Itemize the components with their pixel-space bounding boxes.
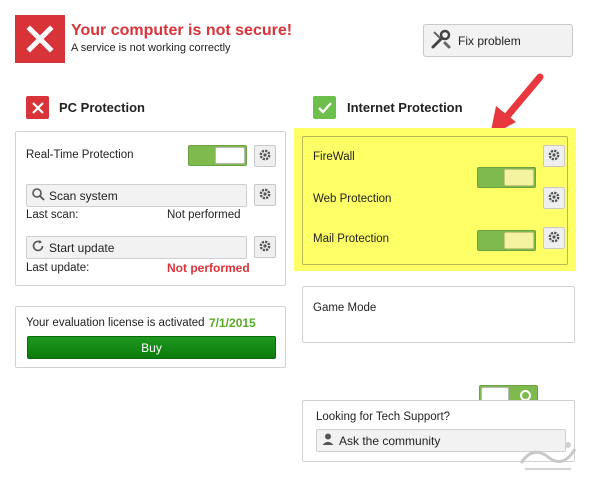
gear-icon <box>258 187 272 204</box>
gear-icon <box>547 190 561 207</box>
wrench-icon <box>430 28 452 53</box>
scan-settings-button[interactable] <box>254 184 276 206</box>
web-protection-label: Web Protection <box>313 193 392 205</box>
last-scan-value: Not performed <box>167 209 241 221</box>
ask-community-label: Ask the community <box>339 433 441 448</box>
last-update-value: Not performed <box>167 261 250 275</box>
internet-protection-title: Internet Protection <box>347 100 463 115</box>
watermark-logo <box>513 435 583 475</box>
refresh-icon <box>31 239 45 256</box>
pc-protection-status-icon <box>26 96 49 119</box>
last-update-label: Last update: <box>26 262 90 274</box>
start-update-label: Start update <box>49 240 115 255</box>
update-settings-button[interactable] <box>254 236 276 258</box>
buy-button[interactable]: Buy <box>27 336 276 359</box>
license-date: 7/1/2015 <box>209 316 256 330</box>
gear-icon <box>258 239 272 256</box>
user-icon <box>321 432 335 449</box>
realtime-protection-toggle[interactable] <box>188 145 247 166</box>
pc-protection-title: PC Protection <box>59 100 145 115</box>
realtime-protection-label: Real-Time Protection <box>26 149 134 161</box>
gear-icon <box>547 230 561 247</box>
gear-icon <box>258 148 272 165</box>
alert-title: Your computer is not secure! <box>71 22 293 39</box>
scan-system-label: Scan system <box>49 188 118 203</box>
gear-icon <box>547 148 561 165</box>
realtime-settings-button[interactable] <box>254 145 276 167</box>
support-label: Looking for Tech Support? <box>316 411 451 423</box>
game-mode-panel <box>302 286 575 343</box>
internet-protection-status-icon <box>313 96 336 119</box>
mail-protection-settings-button[interactable] <box>543 227 565 249</box>
game-mode-label: Game Mode <box>313 302 377 314</box>
mail-protection-label: Mail Protection <box>313 233 390 245</box>
web-protection-toggle[interactable] <box>477 230 536 251</box>
magnifier-icon <box>31 187 45 204</box>
web-protection-settings-button[interactable] <box>543 187 565 209</box>
not-secure-x-icon <box>15 15 65 63</box>
fix-problem-label: Fix problem <box>458 33 521 48</box>
last-scan-label: Last scan: <box>26 209 79 221</box>
fix-problem-button[interactable]: Fix problem <box>423 24 573 57</box>
firewall-settings-button[interactable] <box>543 145 565 167</box>
start-update-button[interactable]: Start update <box>26 236 247 259</box>
license-text: Your evaluation license is activated <box>26 317 205 329</box>
firewall-toggle[interactable] <box>477 167 536 188</box>
scan-system-button[interactable]: Scan system <box>26 184 247 207</box>
alert-subtitle: A service is not working correctly <box>71 42 231 54</box>
firewall-label: FireWall <box>313 151 355 163</box>
